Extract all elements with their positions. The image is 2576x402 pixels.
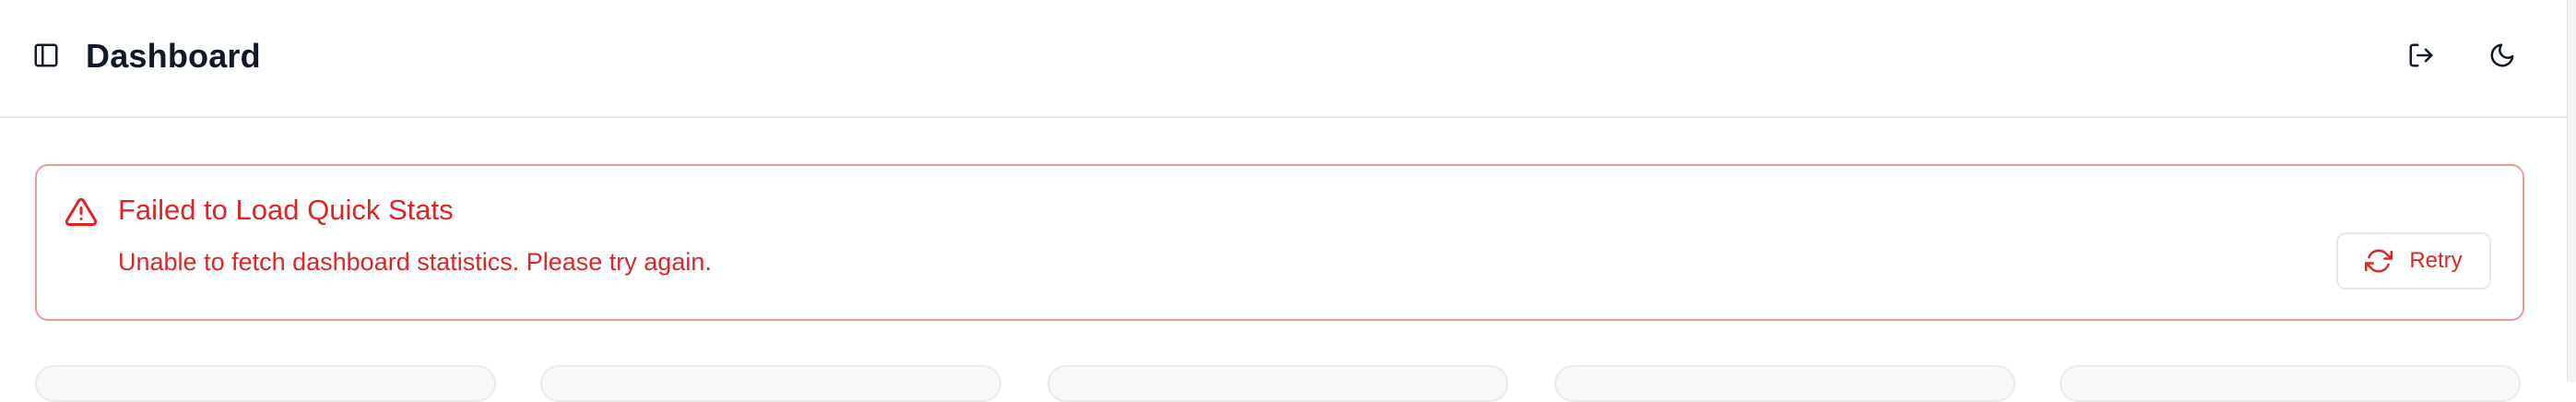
alert-triangle-icon bbox=[65, 197, 98, 226]
stat-card bbox=[35, 365, 496, 402]
sidebar-toggle-button[interactable] bbox=[20, 30, 72, 81]
alert-title: Failed to Load Quick Stats bbox=[118, 194, 454, 226]
stat-card bbox=[540, 365, 1001, 402]
stat-card bbox=[1554, 365, 2015, 402]
alert-description: Unable to fetch dashboard statistics. Pl… bbox=[118, 248, 712, 276]
retry-label: Retry bbox=[2409, 248, 2463, 273]
page-title: Dashboard bbox=[86, 37, 261, 75]
refresh-icon bbox=[2365, 249, 2393, 273]
stat-card bbox=[1047, 365, 1508, 402]
dashboard-app: Dashboard Failed to Load Quick Stats Una… bbox=[0, 0, 2567, 402]
theme-toggle-button[interactable] bbox=[2476, 30, 2528, 81]
moon-icon bbox=[2490, 43, 2514, 67]
error-alert: Failed to Load Quick Stats Unable to fet… bbox=[35, 164, 2524, 321]
stat-card bbox=[2060, 365, 2521, 402]
log-out-icon bbox=[2409, 43, 2433, 67]
top-header: Dashboard bbox=[0, 0, 2567, 118]
logout-button[interactable] bbox=[2395, 30, 2447, 81]
scrollbar[interactable] bbox=[2567, 0, 2576, 382]
sidebar-panel-icon bbox=[34, 43, 58, 67]
retry-button[interactable]: Retry bbox=[2336, 232, 2491, 290]
